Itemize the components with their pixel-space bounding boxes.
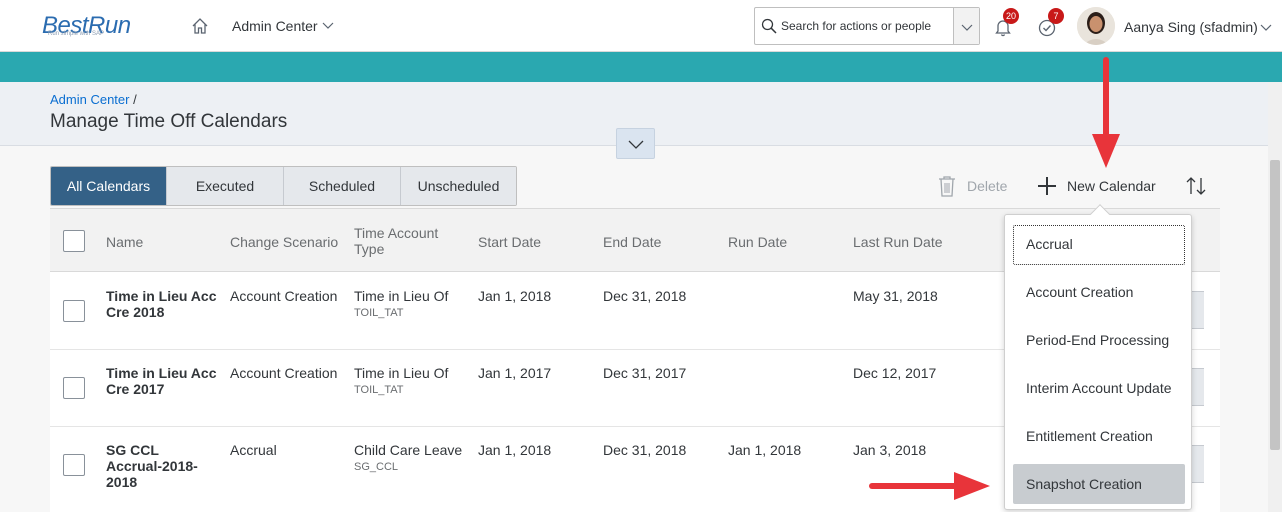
- sort-icon[interactable]: [1184, 174, 1208, 198]
- nav-title[interactable]: Admin Center: [232, 18, 318, 34]
- time-account-type: Time in Lieu Of TOIL_TAT: [354, 288, 448, 321]
- calendar-name: SG CCL Accrual-2018-2018: [106, 442, 198, 490]
- page-title: Manage Time Off Calendars: [50, 111, 288, 132]
- breadcrumb-separator: /: [133, 92, 137, 107]
- row-checkbox[interactable]: [63, 377, 85, 399]
- change-scenario: Account Creation: [230, 365, 338, 381]
- tab-all-calendars[interactable]: All Calendars: [51, 167, 167, 205]
- time-account-type-name: Time in Lieu Of: [354, 365, 449, 381]
- time-account-type-name: Time in Lieu Of: [354, 288, 449, 304]
- time-account-type-name: Child Care Leave: [354, 442, 463, 458]
- row-checkbox[interactable]: [63, 454, 85, 476]
- last-run-date: Jan 3, 2018: [853, 442, 927, 458]
- menu-item-period-end-processing[interactable]: Period-End Processing: [1013, 320, 1185, 360]
- search-icon: [761, 18, 777, 34]
- chevron-down-icon: [628, 140, 644, 149]
- annotation-arrow-right: [869, 472, 990, 500]
- row-action-button[interactable]: [1190, 291, 1204, 329]
- column-header-time-account-type[interactable]: Time Account Type: [354, 225, 454, 257]
- tab-executed[interactable]: Executed: [167, 167, 284, 205]
- avatar-photo: [1077, 7, 1115, 45]
- menu-item-entitlement-creation[interactable]: Entitlement Creation: [1013, 416, 1185, 456]
- collapse-header-button[interactable]: [616, 128, 655, 159]
- shell-bar: BestRun Run simple with SAP Admin Center…: [0, 0, 1282, 52]
- scrollbar-thumb[interactable]: [1270, 160, 1280, 450]
- search-input[interactable]: [781, 8, 953, 44]
- column-header-name[interactable]: Name: [106, 234, 143, 250]
- breadcrumb: Admin Center /: [50, 92, 137, 107]
- time-account-type-code: TOIL_TAT: [354, 307, 404, 319]
- user-name[interactable]: Aanya Sing (sfadmin): [1124, 19, 1258, 35]
- time-account-type-code: SG_CCL: [354, 461, 399, 473]
- annotation-arrow-down: [1092, 57, 1120, 168]
- column-header-end-date[interactable]: End Date: [603, 234, 661, 250]
- chevron-down-icon[interactable]: [322, 19, 334, 31]
- menu-item-interim-account-update[interactable]: Interim Account Update: [1013, 368, 1185, 408]
- column-header-run-date[interactable]: Run Date: [728, 234, 787, 250]
- row-action-button[interactable]: [1190, 445, 1204, 483]
- select-all-checkbox[interactable]: [63, 230, 85, 252]
- notifications-badge: 20: [1003, 8, 1020, 24]
- end-date: Dec 31, 2017: [603, 365, 687, 381]
- run-date: Jan 1, 2018: [728, 442, 802, 458]
- change-scenario: Accrual: [230, 442, 277, 458]
- start-date: Jan 1, 2018: [478, 288, 552, 304]
- column-header-start-date[interactable]: Start Date: [478, 234, 541, 250]
- logo-tagline: Run simple with SAP: [48, 31, 105, 37]
- home-icon[interactable]: [190, 16, 210, 36]
- new-calendar-menu: Accrual Account Creation Period-End Proc…: [1004, 214, 1192, 510]
- start-date: Jan 1, 2018: [478, 442, 552, 458]
- change-scenario: Account Creation: [230, 288, 338, 304]
- row-checkbox[interactable]: [63, 300, 85, 322]
- delete-button[interactable]: Delete: [936, 174, 1007, 198]
- end-date: Dec 31, 2018: [603, 288, 687, 304]
- calendar-name: Time in Lieu Acc Cre 2018: [106, 288, 217, 320]
- calendar-filter-tabs: All Calendars Executed Scheduled Unsched…: [50, 166, 517, 206]
- column-header-change-scenario[interactable]: Change Scenario: [230, 234, 338, 250]
- avatar[interactable]: [1077, 7, 1115, 45]
- start-date: Jan 1, 2017: [478, 365, 552, 381]
- time-account-type: Time in Lieu Of TOIL_TAT: [354, 365, 448, 398]
- trash-icon: [939, 176, 955, 197]
- chevron-down-icon[interactable]: [1260, 21, 1272, 33]
- new-calendar-button[interactable]: New Calendar: [1036, 174, 1156, 198]
- last-run-date: May 31, 2018: [853, 288, 938, 304]
- end-date: Dec 31, 2018: [603, 442, 687, 458]
- chevron-down-icon: [961, 24, 973, 31]
- plus-icon: [1038, 177, 1056, 195]
- calendar-name: Time in Lieu Acc Cre 2017: [106, 365, 217, 397]
- tab-scheduled[interactable]: Scheduled: [284, 167, 401, 205]
- tab-unscheduled[interactable]: Unscheduled: [401, 167, 516, 205]
- last-run-date: Dec 12, 2017: [853, 365, 937, 381]
- breadcrumb-link[interactable]: Admin Center: [50, 92, 129, 107]
- column-header-last-run-date[interactable]: Last Run Date: [853, 234, 943, 250]
- page-scrollbar[interactable]: [1268, 82, 1282, 512]
- time-account-type-code: TOIL_TAT: [354, 384, 404, 396]
- menu-item-snapshot-creation[interactable]: Snapshot Creation: [1013, 464, 1185, 504]
- tasks-badge: 7: [1048, 8, 1064, 24]
- search-dropdown-button[interactable]: [953, 8, 979, 44]
- row-action-button[interactable]: [1190, 368, 1204, 406]
- menu-item-accrual[interactable]: Accrual: [1013, 225, 1185, 265]
- new-calendar-label: New Calendar: [1067, 178, 1156, 194]
- delete-label: Delete: [967, 178, 1008, 194]
- search-box[interactable]: [754, 7, 980, 45]
- menu-item-account-creation[interactable]: Account Creation: [1013, 272, 1185, 312]
- time-account-type: Child Care Leave SG_CCL: [354, 442, 462, 475]
